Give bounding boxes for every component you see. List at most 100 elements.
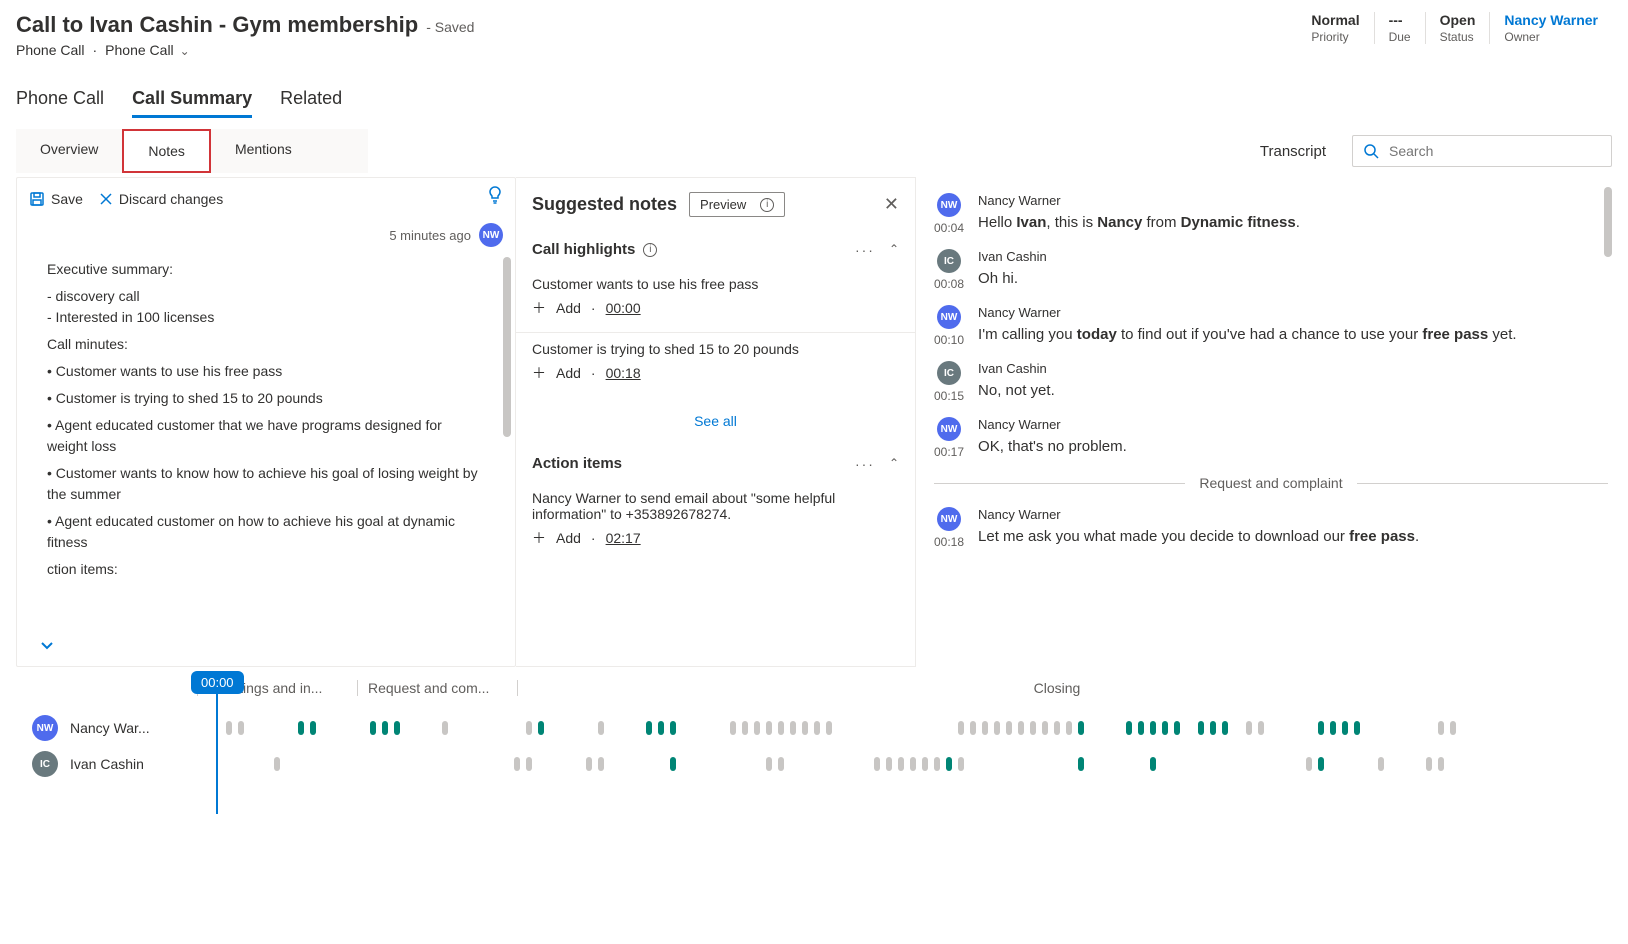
chevron-down-icon: ⌄ (180, 44, 190, 58)
transcript-row[interactable]: IC 00:08 Ivan Cashin Oh hi. (934, 249, 1608, 291)
call-timeline: 00:00 Greetings and in... Request and co… (16, 671, 1612, 799)
sub-tab-mentions[interactable]: Mentions (211, 129, 316, 173)
transcript-row[interactable]: IC 00:15 Ivan Cashin No, not yet. (934, 361, 1608, 403)
speaker-name: Ivan Cashin (978, 361, 1055, 376)
notes-timestamp: 5 minutes ago (389, 228, 471, 243)
search-input[interactable] (1387, 142, 1601, 160)
timeline-track: IC Ivan Cashin (32, 751, 1596, 777)
preview-button[interactable]: Preview i (689, 192, 785, 217)
utterance-text: Hello Ivan, this is Nancy from Dynamic f… (978, 212, 1300, 235)
utterance-text: Let me ask you what made you decide to d… (978, 526, 1419, 549)
transcript-search[interactable] (1352, 135, 1612, 167)
speaker-name: Nancy Warner (978, 193, 1300, 208)
playhead[interactable]: 00:00 (191, 671, 244, 814)
entity-name: Phone Call (16, 42, 85, 58)
timestamp-link[interactable]: 02:17 (606, 530, 641, 546)
record-title: Call to Ivan Cashin - Gym membership (16, 12, 418, 38)
transcript-panel: NW 00:04 Nancy Warner Hello Ivan, this i… (916, 177, 1612, 667)
sub-tab-notes[interactable]: Notes (122, 129, 211, 173)
add-highlight-button[interactable]: Add (556, 365, 581, 381)
suggested-title: Suggested notes (532, 194, 677, 215)
discard-button[interactable]: Discard changes (99, 191, 223, 207)
utterance-timestamp: 00:10 (934, 333, 964, 347)
tab-call-summary[interactable]: Call Summary (132, 82, 252, 118)
add-action-button[interactable]: Add (556, 530, 581, 546)
speaker-name: Nancy Warner (978, 417, 1127, 432)
speaker-avatar: IC (937, 361, 961, 385)
form-selector[interactable]: Phone Call ⌄ (105, 42, 189, 58)
track-avatar: NW (32, 715, 58, 741)
speaker-avatar: NW (937, 305, 961, 329)
notes-author-avatar: NW (479, 223, 503, 247)
tab-related[interactable]: Related (280, 82, 342, 118)
timeline-track: NW Nancy War... (32, 715, 1596, 741)
owner-stat[interactable]: Nancy Warner Owner (1490, 12, 1612, 44)
chevron-up-icon[interactable]: ⌃ (889, 242, 899, 258)
info-icon[interactable]: i (643, 243, 657, 257)
highlight-item: Customer wants to use his free pass ＋ Ad… (516, 268, 915, 333)
transcript-heading: Transcript (1260, 143, 1326, 160)
highlight-item: Customer is trying to shed 15 to 20 poun… (516, 333, 915, 397)
transcript-row[interactable]: NW 00:17 Nancy Warner OK, that's no prob… (934, 417, 1608, 459)
transcript-row[interactable]: NW 00:04 Nancy Warner Hello Ivan, this i… (934, 193, 1608, 235)
close-icon (99, 192, 113, 206)
chevron-up-icon[interactable]: ⌃ (889, 456, 899, 472)
add-highlight-button[interactable]: Add (556, 300, 581, 316)
close-suggested-button[interactable]: ✕ (884, 194, 899, 215)
track-name: Ivan Cashin (70, 756, 178, 772)
more-icon[interactable]: ··· (855, 456, 875, 472)
timestamp-link[interactable]: 00:00 (606, 300, 641, 316)
collapse-toggle[interactable] (39, 637, 55, 658)
segment-divider: Request and complaint (934, 475, 1608, 491)
speaker-avatar: NW (937, 507, 961, 531)
save-icon (29, 191, 45, 207)
plus-icon[interactable]: ＋ (532, 363, 546, 383)
utterance-timestamp: 00:08 (934, 277, 964, 291)
utterance-text: No, not yet. (978, 380, 1055, 403)
segment-label[interactable]: Closing (517, 680, 1596, 696)
more-icon[interactable]: ··· (855, 242, 875, 258)
plus-icon[interactable]: ＋ (532, 298, 546, 318)
utterance-text: I'm calling you today to find out if you… (978, 324, 1517, 347)
status-stat[interactable]: Open Status (1426, 12, 1491, 44)
segment-label[interactable]: Request and com... (357, 680, 517, 696)
priority-stat[interactable]: Normal Priority (1297, 12, 1374, 44)
speaker-name: Nancy Warner (978, 507, 1419, 522)
track-bar[interactable] (190, 753, 1596, 775)
speaker-avatar: IC (937, 249, 961, 273)
info-icon: i (760, 198, 774, 212)
tab-phone-call[interactable]: Phone Call (16, 82, 104, 118)
sub-tab-blank[interactable] (316, 129, 368, 173)
suggested-notes-panel: Suggested notes Preview i ✕ Call highlig… (516, 177, 916, 667)
search-icon (1363, 143, 1379, 159)
speaker-name: Nancy Warner (978, 305, 1517, 320)
speaker-avatar: NW (937, 417, 961, 441)
save-button[interactable]: Save (29, 191, 83, 207)
call-highlights-title: Call highlights (532, 241, 635, 258)
sub-tab-overview[interactable]: Overview (16, 129, 122, 173)
transcript-row[interactable]: NW 00:18 Nancy Warner Let me ask you wha… (934, 507, 1608, 549)
see-all-link[interactable]: See all (516, 397, 915, 445)
timestamp-link[interactable]: 00:18 (606, 365, 641, 381)
utterance-timestamp: 00:18 (934, 535, 964, 549)
notes-editor[interactable]: Executive summary: - discovery call- Int… (17, 247, 515, 627)
track-name: Nancy War... (70, 720, 178, 736)
main-tab-bar: Phone Call Call Summary Related (0, 82, 1628, 119)
plus-icon[interactable]: ＋ (532, 528, 546, 548)
transcript-row[interactable]: NW 00:10 Nancy Warner I'm calling you to… (934, 305, 1608, 347)
header-metrics: Normal Priority --- Due Open Status Nanc… (1297, 12, 1612, 44)
action-item: Nancy Warner to send email about "some h… (516, 482, 915, 562)
saved-indicator: - Saved (426, 19, 474, 35)
record-header: Call to Ivan Cashin - Gym membership - S… (0, 0, 1628, 66)
chevron-down-icon (39, 637, 55, 653)
speaker-avatar: NW (937, 193, 961, 217)
track-bar[interactable] (190, 717, 1596, 739)
utterance-timestamp: 00:17 (934, 445, 964, 459)
lightbulb-icon[interactable] (487, 186, 503, 211)
due-stat[interactable]: --- Due (1375, 12, 1426, 44)
action-items-title: Action items (532, 455, 622, 472)
track-avatar: IC (32, 751, 58, 777)
scrollbar[interactable] (1604, 187, 1612, 257)
speaker-name: Ivan Cashin (978, 249, 1047, 264)
scrollbar[interactable] (503, 257, 511, 437)
